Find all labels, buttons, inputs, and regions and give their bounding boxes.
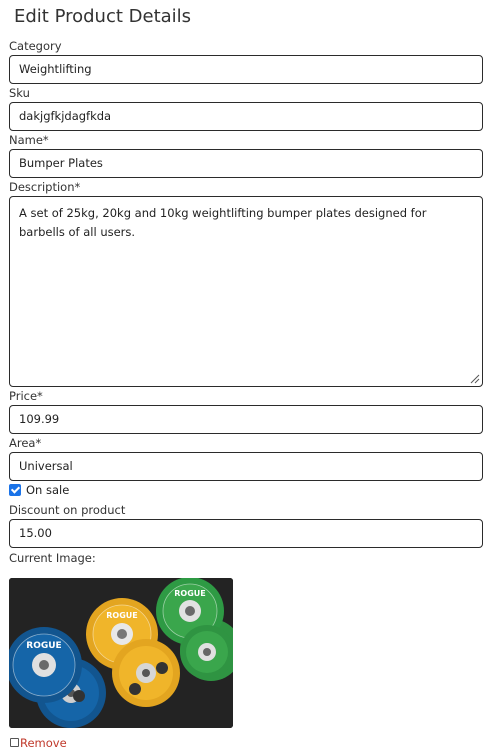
area-label: Area* bbox=[9, 436, 42, 450]
product-image: ROGUE ROGUE ROGUE bbox=[9, 578, 233, 728]
name-field[interactable]: Bumper Plates bbox=[9, 149, 483, 178]
remove-image-checkbox[interactable] bbox=[10, 738, 19, 747]
description-label: Description* bbox=[9, 180, 81, 194]
yellow-plate-brand-top: ROGUE bbox=[106, 611, 138, 620]
area-field[interactable]: Universal bbox=[9, 452, 483, 481]
name-label: Name* bbox=[9, 133, 49, 147]
on-sale-label[interactable]: On sale bbox=[26, 483, 69, 497]
green-plate-brand: ROGUE bbox=[174, 589, 206, 598]
sku-label: Sku bbox=[9, 86, 30, 100]
resize-grip-icon[interactable] bbox=[469, 373, 480, 384]
current-image-label: Current Image: bbox=[9, 551, 96, 565]
blue-plate-brand: ROGUE bbox=[26, 641, 61, 651]
discount-label: Discount on product bbox=[9, 503, 126, 517]
on-sale-checkbox[interactable] bbox=[9, 484, 21, 496]
price-label: Price* bbox=[9, 389, 43, 403]
page-title: Edit Product Details bbox=[14, 6, 192, 27]
sku-field[interactable]: dakjgfkjdagfkda bbox=[9, 102, 483, 131]
bumper-plates-illustration: ROGUE ROGUE ROGUE bbox=[9, 578, 233, 728]
category-field[interactable]: Weightlifting bbox=[9, 55, 483, 84]
description-textarea[interactable]: A set of 25kg, 20kg and 10kg weightlifti… bbox=[9, 196, 483, 387]
category-label: Category bbox=[9, 39, 62, 53]
discount-field[interactable]: 15.00 bbox=[9, 519, 483, 548]
remove-image-label[interactable]: Remove bbox=[20, 736, 67, 750]
price-field[interactable]: 109.99 bbox=[9, 405, 483, 434]
description-text: A set of 25kg, 20kg and 10kg weightlifti… bbox=[19, 206, 427, 239]
